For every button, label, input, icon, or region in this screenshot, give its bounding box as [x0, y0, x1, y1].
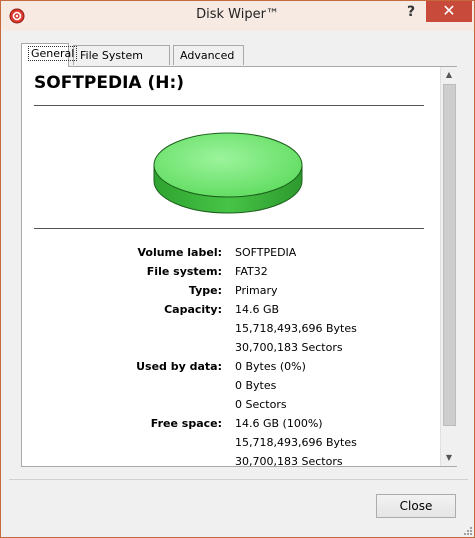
- general-tab-panel: SOFTPEDIA (H:) Volume label: SOFTPEDIA F…: [21, 66, 457, 467]
- detail-row: 0 Sectors: [22, 398, 440, 417]
- disk-usage-pie-chart: [153, 132, 303, 214]
- detail-value: 15,718,493,696 Bytes: [235, 436, 357, 449]
- resize-grip-icon[interactable]: [462, 525, 472, 535]
- detail-value: 14.6 GB: [235, 303, 280, 316]
- detail-row: Free space: 14.6 GB (100%): [22, 417, 440, 436]
- tab-general-label: General: [28, 46, 78, 61]
- detail-value: 30,700,183 Sectors: [235, 455, 343, 466]
- disk-wiper-window: Disk Wiper™ ? ✕ General File System Info…: [0, 0, 475, 538]
- detail-value: 0 Sectors: [235, 398, 287, 411]
- detail-label: Free space:: [150, 417, 222, 430]
- detail-label: Used by data:: [136, 360, 222, 373]
- general-content: SOFTPEDIA (H:) Volume label: SOFTPEDIA F…: [22, 67, 440, 466]
- detail-value: Primary: [235, 284, 278, 297]
- detail-label: File system:: [146, 265, 222, 278]
- detail-row: 15,718,493,696 Bytes: [22, 322, 440, 341]
- title-bar[interactable]: Disk Wiper™ ? ✕: [1, 1, 474, 31]
- detail-label: Capacity:: [164, 303, 222, 316]
- detail-row: Capacity: 14.6 GB: [22, 303, 440, 322]
- close-button[interactable]: Close: [376, 494, 456, 518]
- detail-value: FAT32: [235, 265, 268, 278]
- tab-file-system-info[interactable]: File System Info: [73, 45, 170, 81]
- separator-bottom: [34, 228, 424, 229]
- detail-label: Volume label:: [137, 246, 222, 259]
- detail-row: Used by data: 0 Bytes (0%): [22, 360, 440, 379]
- detail-value: SOFTPEDIA: [235, 246, 297, 259]
- help-button[interactable]: ?: [396, 1, 426, 23]
- detail-value: 0 Bytes (0%): [235, 360, 306, 373]
- vertical-scrollbar[interactable]: ▲ ▼: [440, 67, 457, 466]
- scroll-down-arrow-icon[interactable]: ▼: [441, 450, 457, 466]
- detail-row: 30,700,183 Sectors: [22, 455, 440, 466]
- detail-row: 0 Bytes: [22, 379, 440, 398]
- scroll-up-arrow-icon[interactable]: ▲: [441, 67, 457, 83]
- detail-row: File system: FAT32: [22, 265, 440, 284]
- detail-row: Volume label: SOFTPEDIA: [22, 246, 440, 265]
- window-close-button[interactable]: ✕: [426, 1, 472, 22]
- tab-advanced[interactable]: Advanced: [173, 45, 244, 65]
- detail-row: 30,700,183 Sectors: [22, 341, 440, 360]
- pie-slice-free-space: [153, 132, 303, 198]
- detail-row: 15,718,493,696 Bytes: [22, 436, 440, 455]
- detail-value: 15,718,493,696 Bytes: [235, 322, 357, 335]
- detail-value: 0 Bytes: [235, 379, 277, 392]
- detail-label: Type:: [188, 284, 222, 297]
- drive-name: SOFTPEDIA (H:): [34, 73, 185, 93]
- footer-separator: [9, 479, 468, 480]
- tab-advanced-label: Advanced: [180, 49, 235, 62]
- tab-general[interactable]: General: [21, 43, 78, 67]
- detail-value: 14.6 GB (100%): [235, 417, 323, 430]
- detail-row: Type: Primary: [22, 284, 440, 303]
- separator-top: [34, 105, 424, 106]
- detail-value: 30,700,183 Sectors: [235, 341, 343, 354]
- scrollbar-thumb[interactable]: [443, 84, 456, 426]
